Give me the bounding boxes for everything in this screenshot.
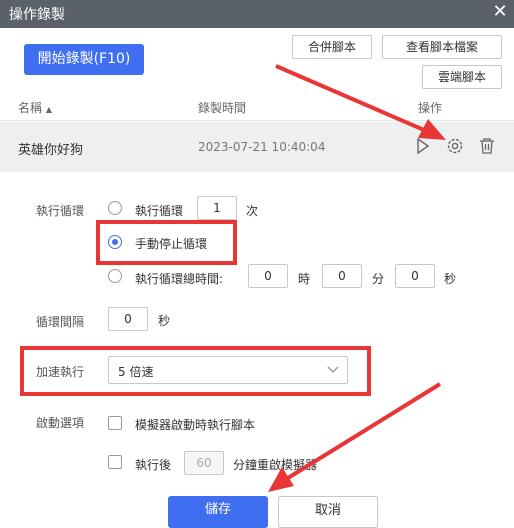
- arrow-to-gear: [275, 64, 446, 140]
- arrow-to-save: [268, 382, 442, 492]
- annotation-arrows: [268, 64, 446, 492]
